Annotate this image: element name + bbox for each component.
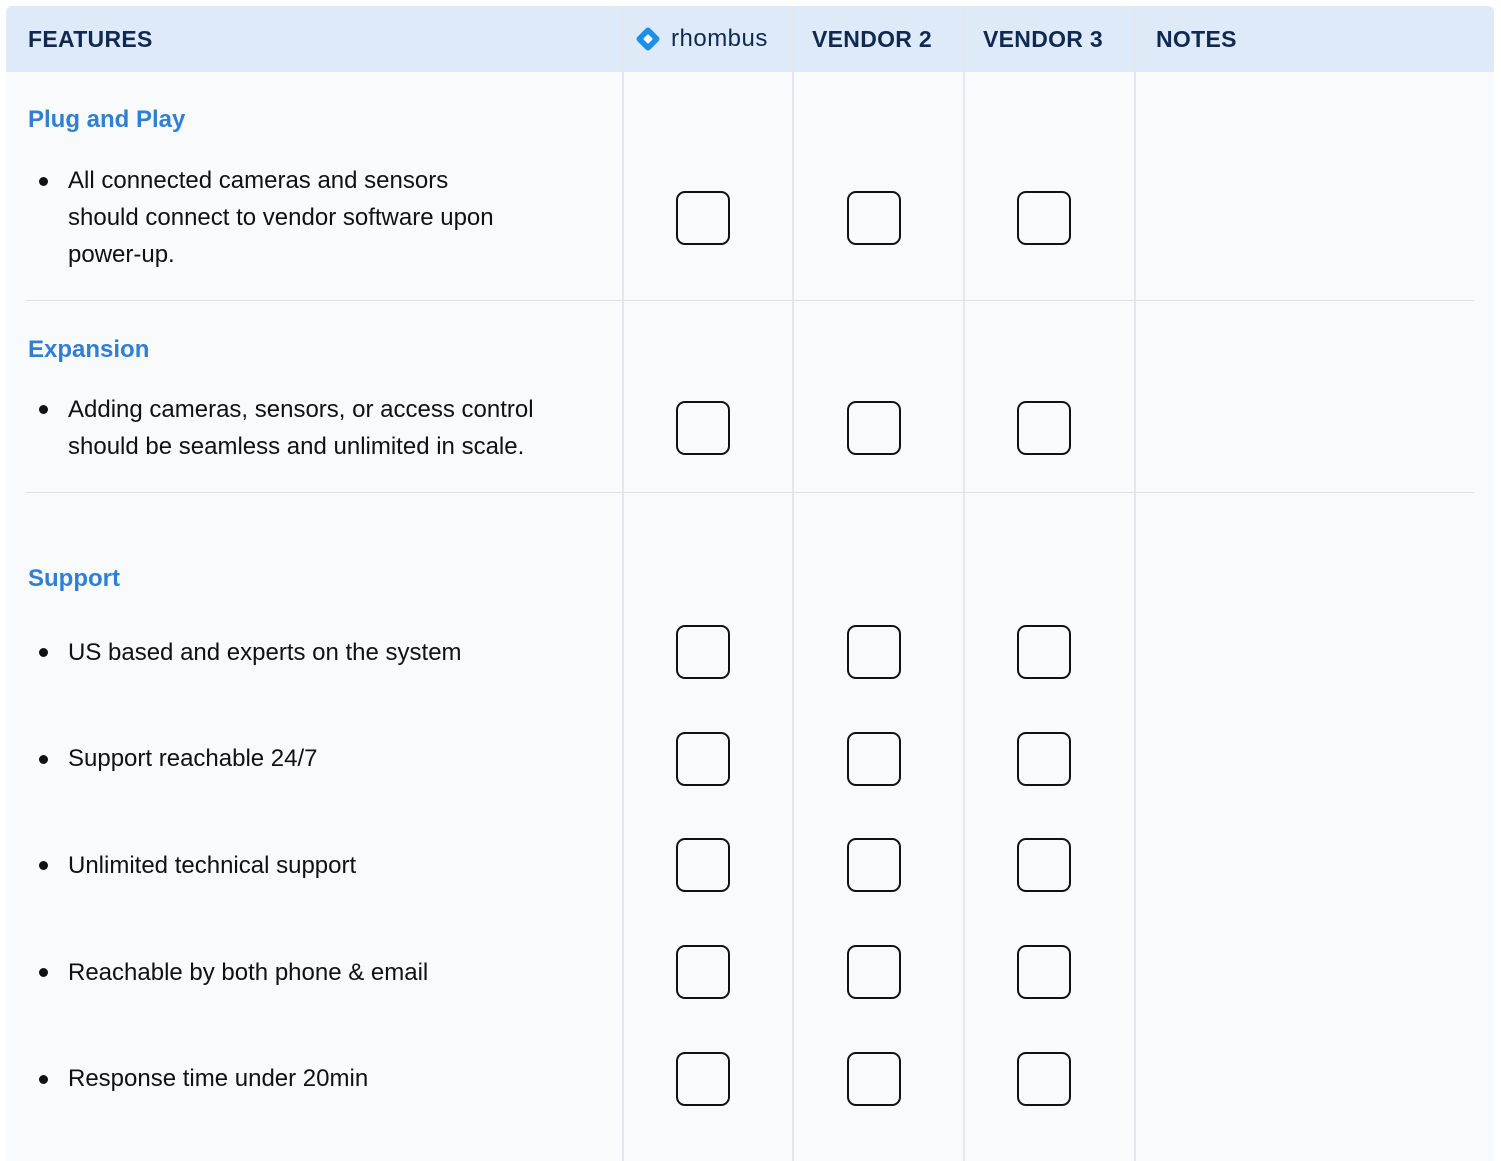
section-title-expansion: Expansion: [28, 336, 150, 363]
rhombus-logo-icon: [636, 27, 660, 51]
rhombus-checkbox[interactable]: [676, 191, 730, 245]
feature-line: should connect to vendor software upon: [68, 204, 494, 231]
bullet: [39, 648, 51, 660]
header-notes: NOTES: [1156, 25, 1237, 52]
feature-item-text: Adding cameras, sensors, or access contr…: [68, 391, 608, 465]
feature-line: power-up.: [68, 241, 175, 268]
rhombus-checkbox[interactable]: [676, 838, 730, 892]
vendor-2-checkbox[interactable]: [847, 838, 901, 892]
vendor-2-checkbox[interactable]: [847, 191, 901, 245]
feature-item-text: Reachable by both phone & email: [68, 959, 429, 986]
header-features: FEATURES: [28, 25, 153, 52]
vendor-2-checkbox[interactable]: [847, 732, 901, 786]
vendor-3-checkbox[interactable]: [1017, 945, 1071, 999]
feature-line: All connected cameras and sensors: [68, 167, 449, 194]
header-rhombus: rhombus: [635, 6, 768, 72]
feature-item-text: All connected cameras and sensors should…: [68, 162, 608, 273]
bullet: [39, 177, 51, 189]
vendor-3-checkbox[interactable]: [1017, 732, 1071, 786]
bullet: [39, 861, 51, 873]
vendor-3-checkbox[interactable]: [1017, 191, 1071, 245]
rhombus-checkbox[interactable]: [676, 945, 730, 999]
bullet: [39, 755, 51, 767]
row-separator: [26, 300, 1474, 301]
column-divider: [1134, 6, 1136, 1161]
column-divider: [963, 6, 965, 1161]
column-divider: [792, 6, 794, 1161]
comparison-sheet: FEATURES rhombus VENDOR 2 VENDOR 3 NOTES…: [6, 6, 1494, 1161]
bullet: [39, 1075, 51, 1087]
vendor-2-checkbox[interactable]: [847, 945, 901, 999]
section-title-plug-and-play: Plug and Play: [28, 106, 186, 133]
feature-item-text: Unlimited technical support: [68, 852, 357, 879]
vendor-2-checkbox[interactable]: [847, 401, 901, 455]
feature-line: Adding cameras, sensors, or access contr…: [68, 396, 534, 423]
feature-line: should be seamless and unlimited in scal…: [68, 433, 525, 460]
row-separator: [26, 492, 1474, 493]
header-vendor-2: VENDOR 2: [812, 25, 932, 52]
bullet: [39, 405, 51, 417]
header-vendor-3: VENDOR 3: [983, 25, 1103, 52]
vendor-2-checkbox[interactable]: [847, 1052, 901, 1106]
rhombus-checkbox[interactable]: [676, 732, 730, 786]
vendor-3-checkbox[interactable]: [1017, 625, 1071, 679]
brand-name: rhombus: [671, 25, 768, 52]
vendor-3-checkbox[interactable]: [1017, 1052, 1071, 1106]
bullet: [39, 968, 51, 980]
column-divider: [622, 6, 624, 1161]
feature-item-text: US based and experts on the system: [68, 639, 462, 666]
section-title-support: Support: [28, 565, 120, 592]
vendor-3-checkbox[interactable]: [1017, 838, 1071, 892]
vendor-3-checkbox[interactable]: [1017, 401, 1071, 455]
vendor-2-checkbox[interactable]: [847, 625, 901, 679]
rhombus-checkbox[interactable]: [676, 1052, 730, 1106]
feature-item-text: Support reachable 24/7: [68, 745, 318, 772]
rhombus-checkbox[interactable]: [676, 625, 730, 679]
feature-item-text: Response time under 20min: [68, 1065, 369, 1092]
rhombus-checkbox[interactable]: [676, 401, 730, 455]
